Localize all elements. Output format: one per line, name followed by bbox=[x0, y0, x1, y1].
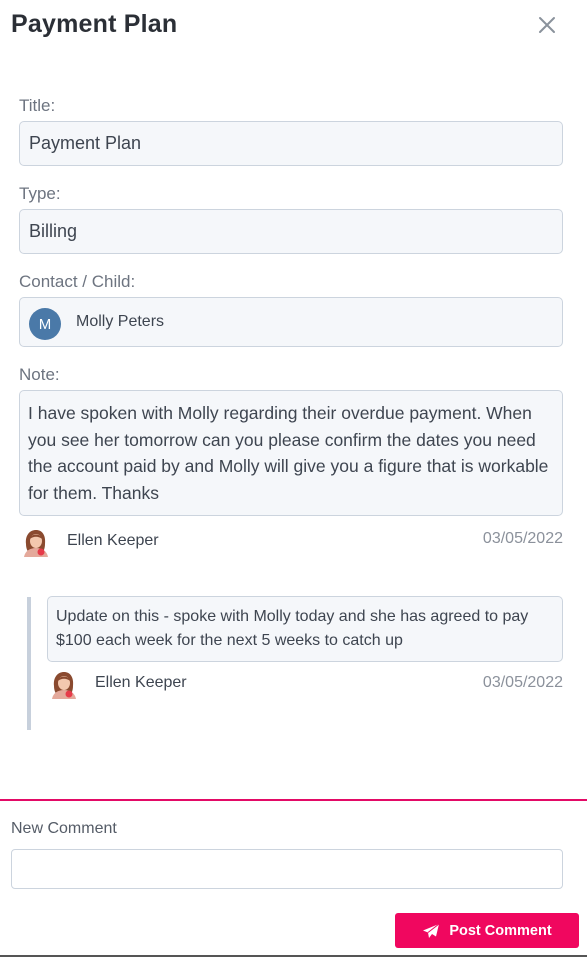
comment-date: 03/05/2022 bbox=[482, 674, 563, 691]
post-comment-button[interactable]: Post Comment bbox=[395, 913, 579, 948]
note-author-row: Ellen Keeper 03/05/2022 bbox=[21, 527, 563, 557]
type-label: Type: bbox=[19, 184, 61, 203]
note-text: I have spoken with Molly regarding their… bbox=[28, 403, 549, 503]
person-avatar-icon bbox=[52, 672, 76, 699]
title-field[interactable]: Payment Plan bbox=[19, 121, 563, 166]
close-button[interactable] bbox=[533, 11, 561, 39]
note-date: 03/05/2022 bbox=[482, 530, 563, 547]
comment-thread-line bbox=[27, 597, 31, 730]
contact-field[interactable]: M Molly Peters bbox=[19, 297, 563, 347]
comment-author-name: Ellen Keeper bbox=[95, 674, 187, 691]
close-icon bbox=[539, 17, 555, 33]
post-comment-label: Post Comment bbox=[449, 922, 552, 939]
type-field[interactable]: Billing bbox=[19, 209, 563, 254]
title-label: Title: bbox=[19, 96, 56, 115]
contact-name: Molly Peters bbox=[76, 313, 165, 330]
note-field[interactable]: I have spoken with Molly regarding their… bbox=[19, 390, 563, 516]
modal-header: Payment Plan bbox=[0, 0, 587, 60]
note-author-name: Ellen Keeper bbox=[67, 532, 159, 549]
page-title: Payment Plan bbox=[11, 10, 178, 38]
section-divider bbox=[0, 799, 587, 801]
comment-text: Update on this - spoke with Molly today … bbox=[56, 608, 529, 649]
comment-card: Update on this - spoke with Molly today … bbox=[47, 596, 563, 662]
person-avatar-icon bbox=[24, 530, 48, 557]
note-label: Note: bbox=[19, 365, 60, 384]
comment-author-row: Ellen Keeper 03/05/2022 bbox=[49, 669, 563, 699]
type-value: Billing bbox=[29, 221, 78, 241]
new-comment-input[interactable] bbox=[11, 849, 563, 889]
contact-label: Contact / Child: bbox=[19, 272, 136, 291]
title-value: Payment Plan bbox=[29, 133, 142, 153]
new-comment-label: New Comment bbox=[11, 820, 117, 837]
paper-plane-icon bbox=[423, 923, 440, 938]
contact-avatar: M bbox=[29, 308, 61, 340]
